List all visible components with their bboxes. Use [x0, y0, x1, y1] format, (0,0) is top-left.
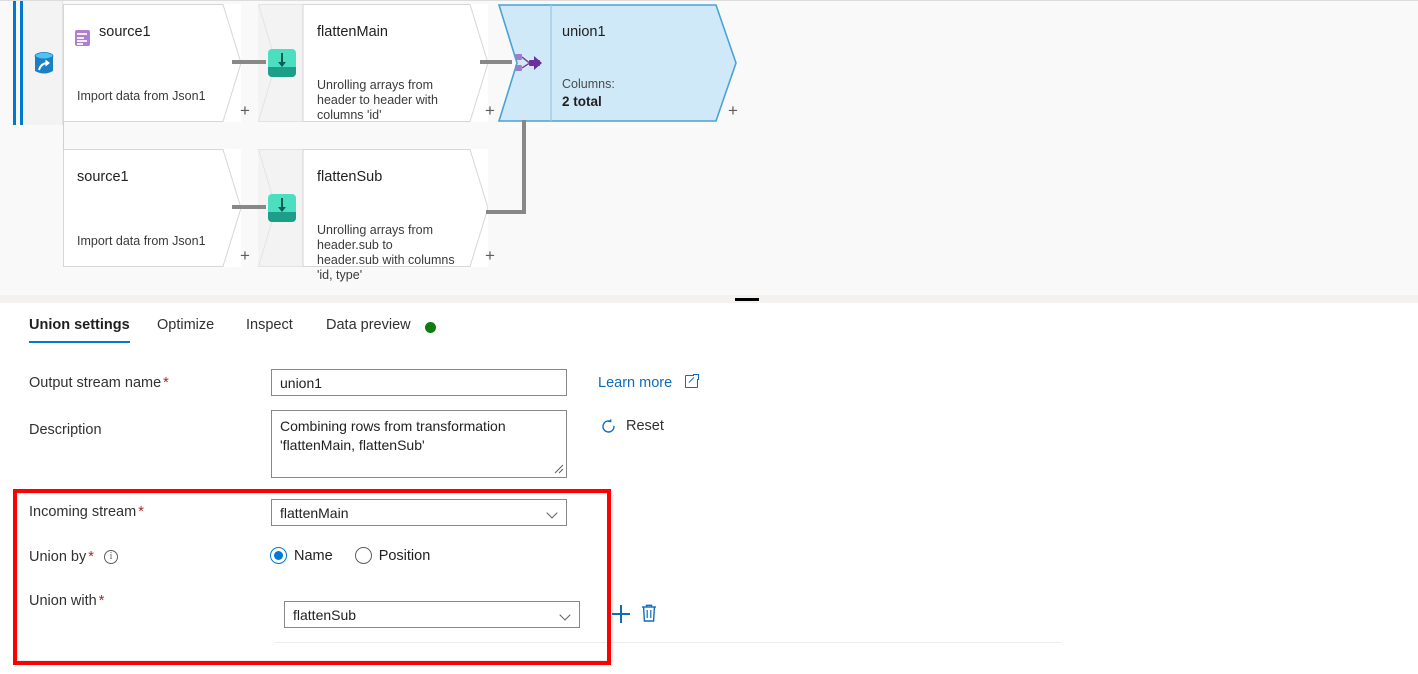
radio-label-position: Position [378, 547, 431, 564]
node-shape [63, 149, 241, 267]
reset-button[interactable]: Reset [626, 418, 664, 434]
union-by-radio-group[interactable]: Name Position [270, 547, 452, 564]
node-source1-top[interactable]: source1 Import data from Json1 + [63, 4, 250, 122]
tab-optimize[interactable]: Optimize [157, 317, 214, 343]
chevron-down-icon [547, 509, 558, 516]
canvas-left-rail-1 [13, 1, 16, 125]
union-with-dropdown[interactable]: flattenSub [284, 601, 580, 628]
radio-option-name[interactable]: Name [270, 547, 355, 564]
node-source1-bottom[interactable]: source1 Import data from Json1 + [63, 149, 250, 267]
connector-source1-flattensub [232, 205, 266, 209]
required-marker: * [88, 549, 94, 565]
external-link-icon[interactable] [685, 372, 701, 388]
add-node-button[interactable]: + [485, 247, 495, 264]
node-flattensub[interactable]: flattenSub Unrolling arrays from header.… [303, 149, 495, 282]
node-title: source1 [99, 24, 151, 40]
canvas-left-rail-2 [20, 1, 23, 125]
description-label: Description [29, 422, 102, 438]
node-flattenmain[interactable]: flattenMain Unrolling arrays from header… [303, 4, 495, 122]
incoming-stream-dropdown[interactable]: flattenMain [271, 499, 567, 526]
database-arrow-icon [33, 51, 55, 80]
connector-source1-flattenmain [232, 60, 266, 64]
union-merge-icon [515, 52, 542, 74]
form-divider [275, 642, 1061, 643]
output-stream-name-label-text: Output stream name [29, 375, 162, 391]
union-settings-form: Output stream name* Learn more Descripti… [0, 350, 1418, 674]
source-panel-strip [24, 1, 63, 125]
radio-button-name[interactable] [270, 547, 287, 564]
tab-data-preview[interactable]: Data preview [326, 317, 411, 343]
connector-flattensub-union1-horizontal [486, 210, 526, 214]
connector-source-branch [63, 122, 64, 150]
output-stream-name-input[interactable] [271, 369, 567, 396]
refresh-circular-arrow-icon[interactable] [600, 418, 617, 435]
union-columns-value: 2 total [562, 94, 602, 109]
flatten-icon [268, 194, 296, 222]
radio-button-position[interactable] [354, 547, 372, 564]
required-marker: * [163, 375, 169, 391]
incoming-stream-label: Incoming stream * [29, 504, 144, 520]
chevron-down-icon [560, 611, 571, 618]
add-node-button[interactable]: + [485, 102, 495, 119]
node-shape [63, 4, 241, 122]
node-title: source1 [77, 169, 129, 185]
union-columns-label: Columns: [562, 77, 615, 91]
data-flow-canvas[interactable]: source1 Import data from Json1 + flatten… [0, 0, 1418, 296]
node-subtitle: Unrolling arrays from header.sub to head… [317, 223, 455, 282]
union-by-label-text: Union by [29, 549, 87, 565]
add-node-button[interactable]: + [728, 102, 738, 119]
radio-option-position[interactable]: Position [354, 547, 453, 564]
tab-union-settings[interactable]: Union settings [29, 317, 130, 343]
output-stream-name-label: Output stream name * [29, 375, 169, 391]
node-union1[interactable]: union1 Columns: 2 total + [498, 4, 738, 122]
description-textarea[interactable] [271, 410, 567, 478]
splitter-grip[interactable] [735, 298, 759, 301]
tab-inspect[interactable]: Inspect [246, 317, 293, 343]
node-subtitle: Import data from Json1 [77, 89, 206, 103]
required-marker: * [138, 504, 144, 520]
learn-more-link[interactable]: Learn more [598, 375, 672, 391]
connector-flattensub-union1-vertical [522, 120, 526, 214]
incoming-stream-label-text: Incoming stream [29, 504, 137, 520]
union-with-label-text: Union with [29, 593, 97, 609]
union-with-label: Union with * [29, 593, 104, 609]
panel-splitter[interactable] [0, 295, 1418, 303]
node-title: flattenSub [317, 169, 383, 185]
node-subtitle: Unrolling arrays from header to header w… [317, 78, 438, 122]
node-title: union1 [562, 24, 606, 40]
add-union-with-button[interactable] [610, 603, 632, 625]
radio-label-name: Name [294, 547, 333, 564]
add-node-button[interactable]: + [240, 247, 250, 264]
data-preview-status-dot [425, 322, 436, 333]
flatten-icon [268, 49, 296, 77]
info-circle-icon[interactable]: i [104, 550, 118, 564]
union-with-value: flattenSub [293, 606, 357, 623]
node-subtitle: Import data from Json1 [77, 234, 206, 248]
json-file-icon [75, 30, 90, 46]
incoming-stream-value: flattenMain [280, 504, 349, 521]
node-title: flattenMain [317, 24, 388, 40]
settings-tabbar: Union settings Optimize Inspect Data pre… [0, 303, 1418, 351]
required-marker: * [98, 593, 105, 609]
trash-icon[interactable] [640, 603, 658, 623]
textarea-resize-handle[interactable] [552, 462, 564, 474]
union-by-label: Union by * [29, 549, 94, 565]
add-node-button[interactable]: + [240, 102, 250, 119]
